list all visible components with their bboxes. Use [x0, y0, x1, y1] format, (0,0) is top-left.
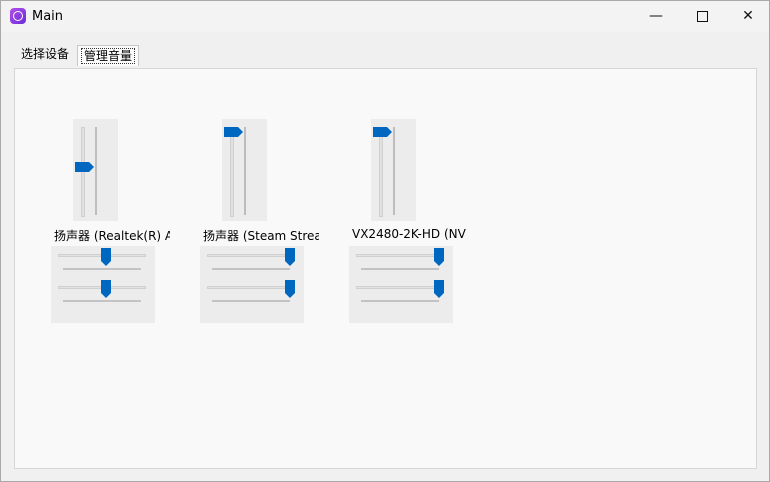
- left-channel-slider[interactable]: [356, 248, 444, 278]
- slider-track: [207, 254, 295, 257]
- slider-track: [244, 127, 246, 215]
- slider-track: [379, 127, 383, 217]
- slider-track: [207, 286, 295, 289]
- slider-track: [212, 268, 290, 270]
- slider-thumb[interactable]: [285, 280, 295, 298]
- title-bar[interactable]: Main — ✕: [1, 1, 769, 32]
- slider-track: [361, 300, 439, 302]
- maximize-icon: [696, 10, 708, 22]
- slider-track: [63, 300, 141, 302]
- close-button[interactable]: ✕: [725, 1, 770, 32]
- master-volume-slider[interactable]: [73, 119, 118, 221]
- close-icon: ✕: [742, 8, 754, 24]
- slider-track: [356, 254, 444, 257]
- audio-app-icon: [10, 8, 26, 24]
- channel-sliders: [51, 246, 155, 323]
- volume-panel: 扬声器 (Realtek(R) A 扬声器 (Steam Strea VX248…: [14, 68, 757, 469]
- minimize-button[interactable]: —: [633, 1, 679, 32]
- right-channel-slider[interactable]: [356, 280, 444, 310]
- master-volume-slider[interactable]: [371, 119, 416, 221]
- channel-sliders: [200, 246, 304, 323]
- slider-thumb[interactable]: [373, 127, 392, 137]
- slider-thumb[interactable]: [100, 280, 111, 298]
- right-channel-slider[interactable]: [58, 280, 146, 310]
- slider-thumb[interactable]: [224, 127, 243, 137]
- slider-track: [356, 286, 444, 289]
- slider-track: [95, 127, 97, 215]
- tab-label: 管理音量: [81, 48, 136, 64]
- tab-select-device[interactable]: 选择设备: [18, 43, 72, 65]
- slider-thumb[interactable]: [285, 248, 295, 266]
- window-title: Main: [32, 9, 64, 24]
- tab-label: 选择设备: [21, 47, 70, 61]
- slider-track: [230, 127, 234, 217]
- tab-manage-volume[interactable]: 管理音量: [77, 45, 140, 66]
- slider-track: [63, 268, 141, 270]
- device-name: VX2480-2K-HD (NV: [352, 227, 466, 241]
- slider-thumb[interactable]: [100, 248, 111, 266]
- slider-track: [361, 268, 439, 270]
- slider-thumb[interactable]: [434, 280, 444, 298]
- maximize-button[interactable]: [679, 1, 725, 32]
- slider-track: [393, 127, 395, 215]
- device-name: 扬声器 (Realtek(R) A: [54, 229, 170, 243]
- master-volume-slider[interactable]: [222, 119, 267, 221]
- device-name: 扬声器 (Steam Strea: [203, 229, 319, 243]
- slider-track: [212, 300, 290, 302]
- minimize-icon: —: [649, 8, 663, 24]
- slider-thumb[interactable]: [75, 162, 94, 173]
- channel-sliders: [349, 246, 453, 323]
- left-channel-slider[interactable]: [207, 248, 295, 278]
- left-channel-slider[interactable]: [58, 248, 146, 278]
- right-channel-slider[interactable]: [207, 280, 295, 310]
- slider-thumb[interactable]: [434, 248, 444, 266]
- main-window: Main — ✕ 选择设备 管理音量 扬声器 (Realtek(R) A 扬声器…: [0, 0, 770, 482]
